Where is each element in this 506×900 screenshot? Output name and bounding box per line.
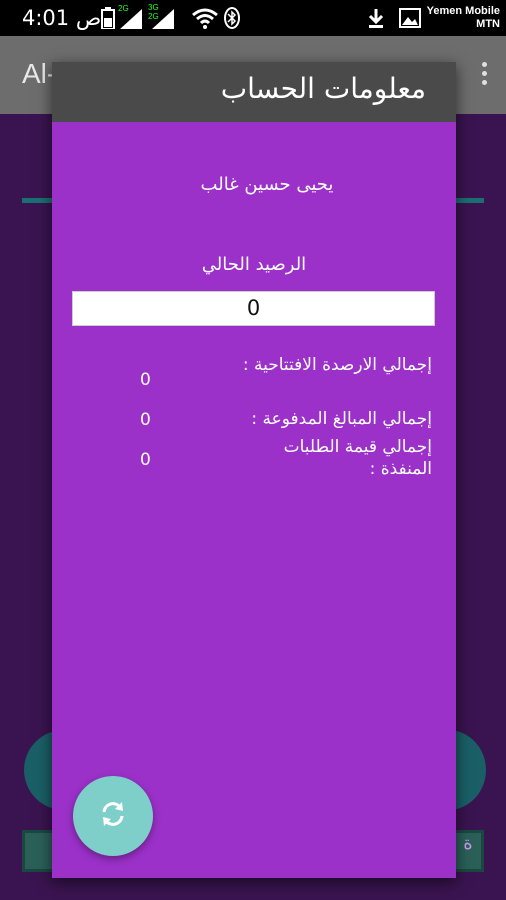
current-balance-label: الرصيد الحالي — [201, 254, 307, 275]
dialog-header: معلومات الحساب — [52, 62, 456, 122]
net-type-2: 3G 2G — [148, 3, 159, 21]
carrier-label: Yemen Mobile MTN — [427, 5, 500, 31]
executed-orders-label: إجمالي قيمة الطلبات المنفذة : — [283, 437, 432, 479]
bluetooth-icon — [222, 7, 242, 29]
account-owner-name: يحيى حسين غالب — [200, 174, 334, 195]
net-type-2a: 3G — [148, 3, 159, 12]
opening-balances-label: إجمالي الارصدة الافتتاحية : — [242, 355, 432, 375]
wifi-icon — [190, 7, 220, 29]
paid-amounts-value: 0 — [140, 410, 151, 430]
background-bottom-char: ة — [463, 833, 473, 854]
opening-balances-value: 0 — [140, 370, 151, 390]
status-bar: 4:01 ص 2G 3G 2G Yemen Mobile MTN — [0, 0, 506, 36]
net-type-1: 2G — [118, 4, 129, 13]
image-icon — [398, 7, 422, 29]
background-bottom-item-right: ة — [452, 830, 484, 872]
battery-icon — [100, 7, 116, 29]
refresh-button[interactable] — [73, 776, 153, 856]
status-time: 4:01 ص — [22, 6, 102, 30]
carrier-line-2: MTN — [476, 18, 500, 30]
download-icon — [366, 7, 386, 29]
dialog-title: معلومات الحساب — [220, 72, 426, 105]
carrier-line-1: Yemen Mobile — [426, 5, 500, 17]
paid-amounts-label: إجمالي المبالغ المدفوعة : — [251, 409, 432, 429]
refresh-icon — [98, 799, 128, 833]
account-info-dialog: معلومات الحساب يحيى حسين غالب الرصيد الح… — [52, 62, 456, 878]
executed-orders-value: 0 — [140, 450, 151, 470]
current-balance-field: 0 — [72, 291, 435, 326]
net-type-2b: 2G — [148, 12, 159, 21]
overflow-menu-icon[interactable] — [482, 62, 488, 88]
